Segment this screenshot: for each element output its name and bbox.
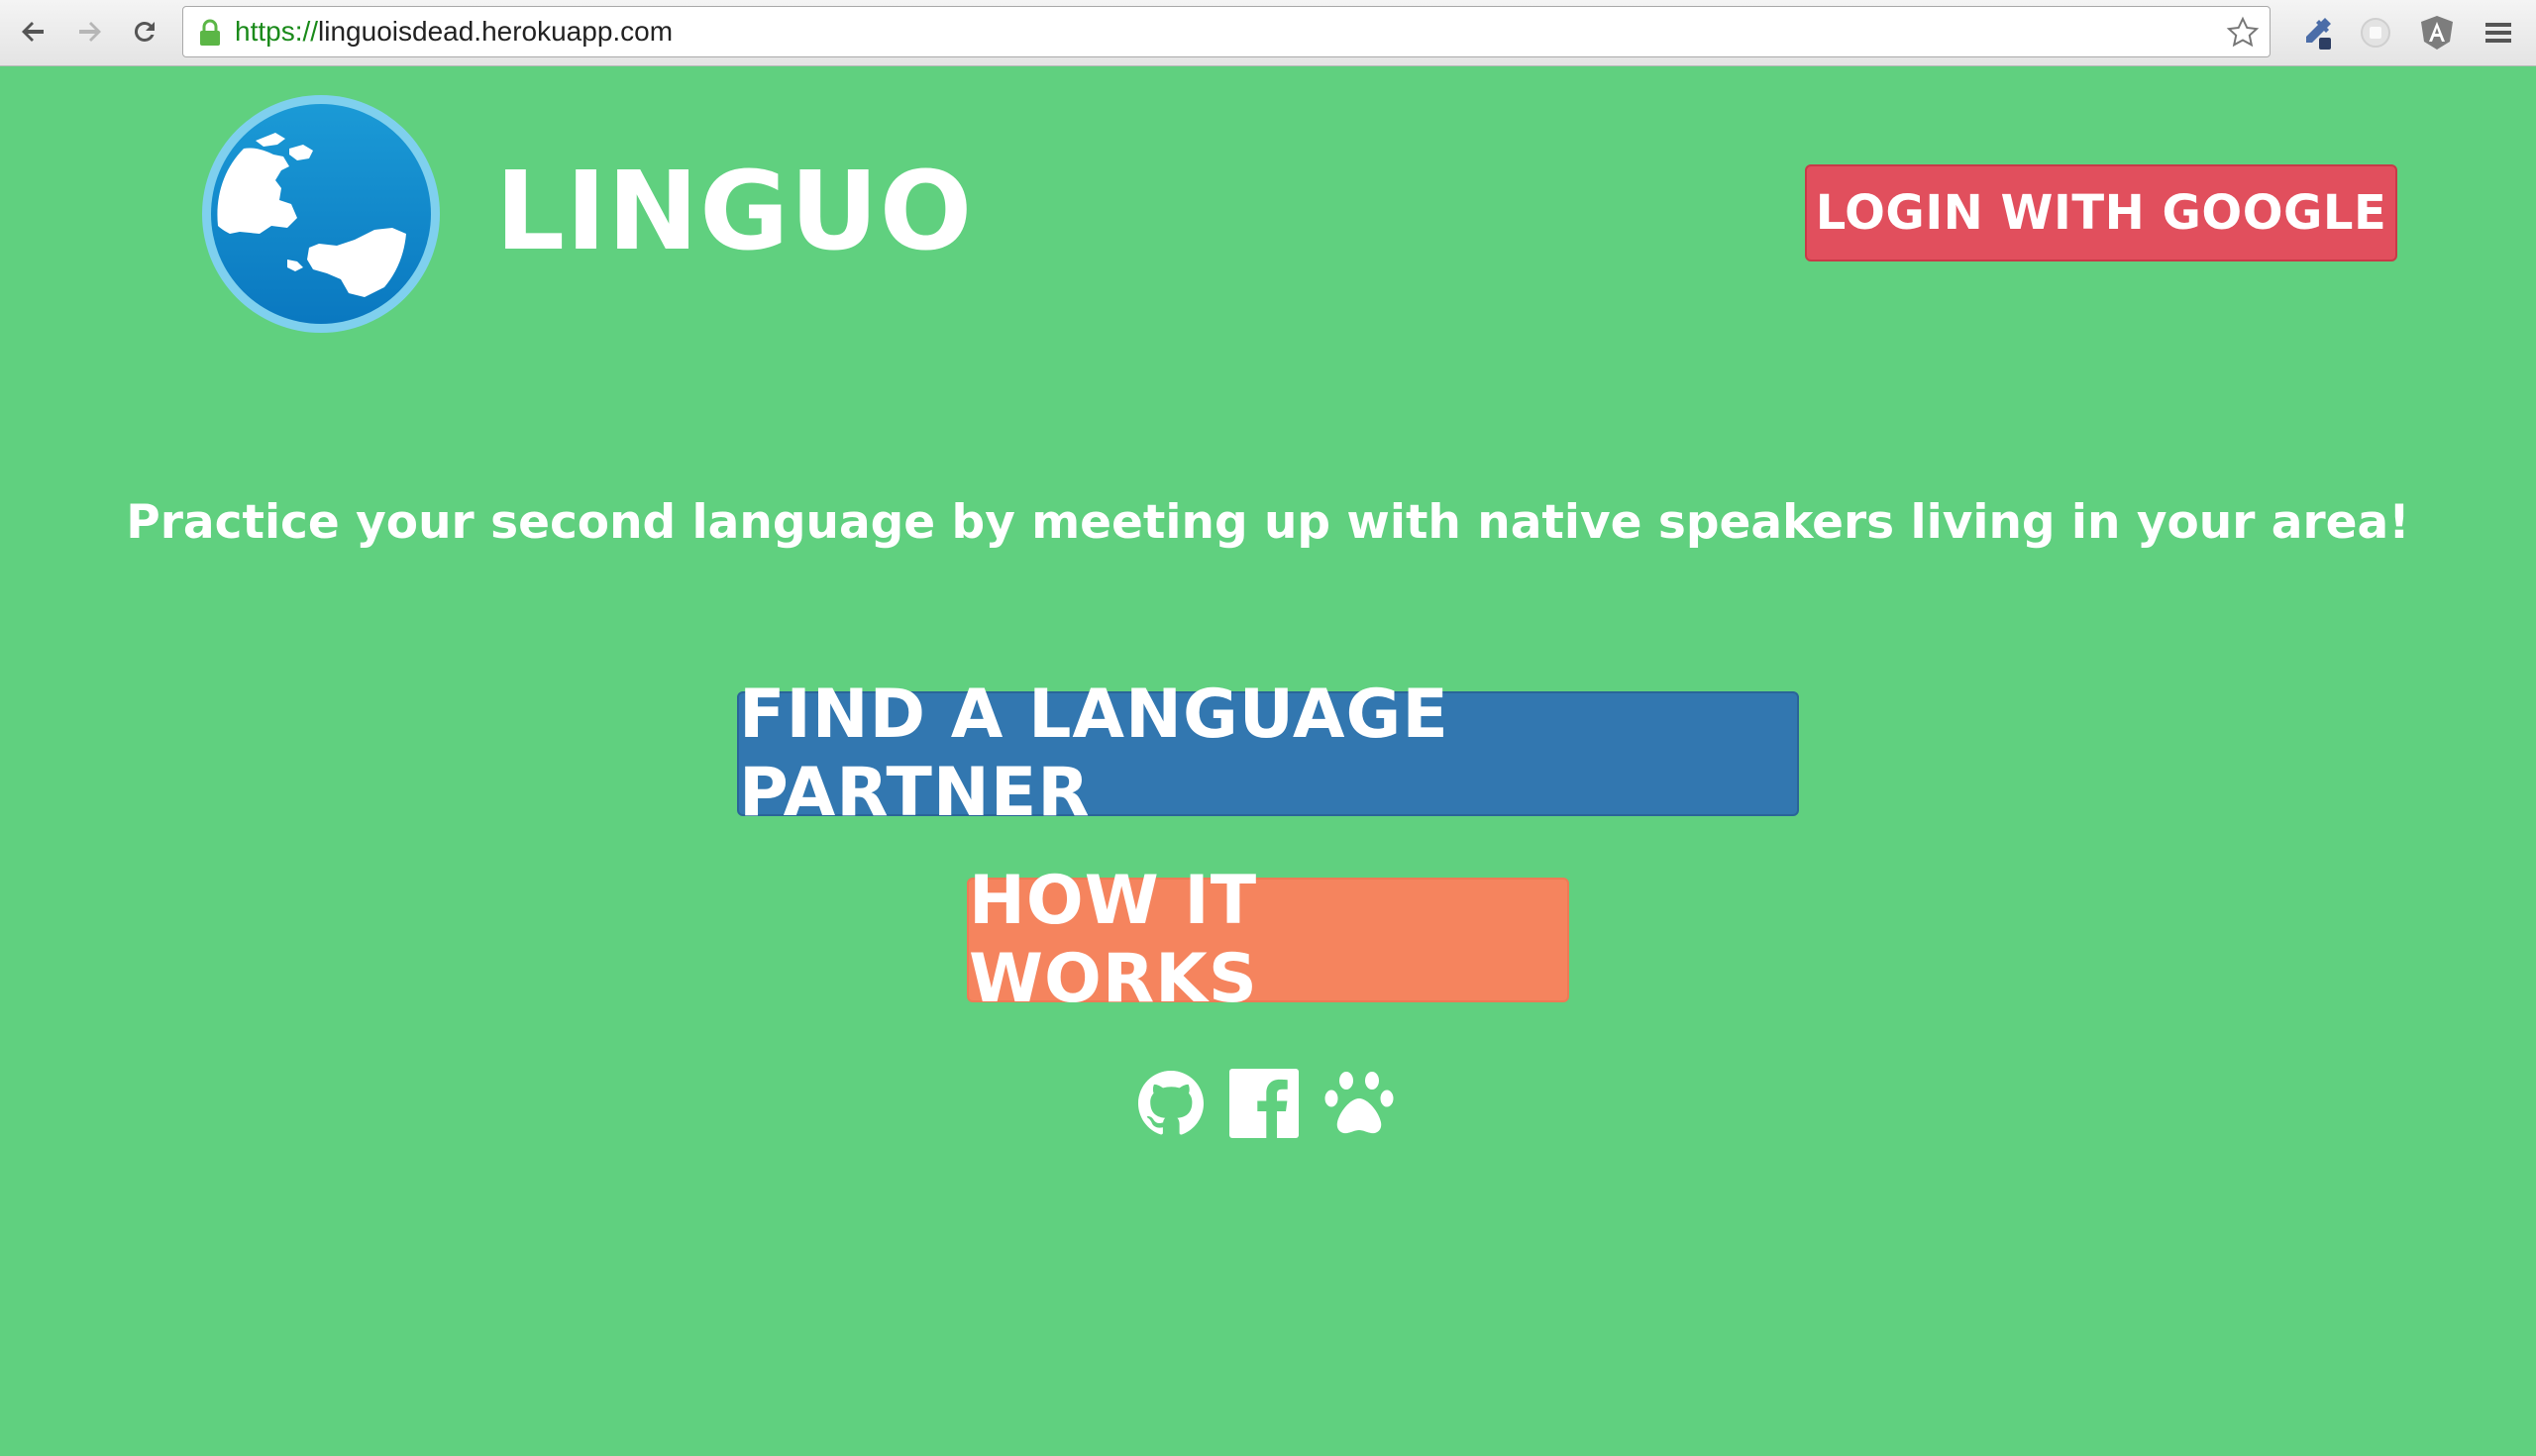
globe-logo-icon bbox=[202, 95, 440, 333]
address-bar[interactable]: https://linguoisdead.herokuapp.com bbox=[182, 6, 2271, 57]
forward-icon[interactable] bbox=[71, 14, 107, 50]
paw-icon[interactable] bbox=[1320, 1066, 1399, 1141]
browser-toolbar: https://linguoisdead.herokuapp.com bbox=[0, 0, 2536, 66]
reload-icon[interactable] bbox=[127, 14, 162, 50]
adblock-extension-icon[interactable] bbox=[2356, 12, 2395, 53]
github-icon[interactable] bbox=[1133, 1066, 1209, 1141]
how-it-works-button[interactable]: HOW IT WORKS bbox=[967, 862, 1569, 1018]
lock-icon bbox=[200, 19, 220, 46]
bookmark-star-icon[interactable] bbox=[2226, 16, 2260, 50]
eyedropper-extension-icon[interactable] bbox=[2296, 12, 2336, 53]
back-icon[interactable] bbox=[16, 14, 52, 50]
tagline: Practice your second language by meeting… bbox=[126, 495, 2410, 550]
menu-icon[interactable] bbox=[2479, 12, 2518, 53]
url-text: https://linguoisdead.herokuapp.com bbox=[235, 16, 674, 47]
facebook-icon[interactable] bbox=[1226, 1066, 1302, 1141]
login-with-google-button[interactable]: LOGIN WITH GOOGLE bbox=[1805, 164, 2397, 261]
brand-title: LINGUO bbox=[495, 148, 974, 274]
angular-extension-icon[interactable] bbox=[2417, 12, 2457, 53]
find-language-partner-button[interactable]: FIND A LANGUAGE PARTNER bbox=[737, 676, 1799, 832]
